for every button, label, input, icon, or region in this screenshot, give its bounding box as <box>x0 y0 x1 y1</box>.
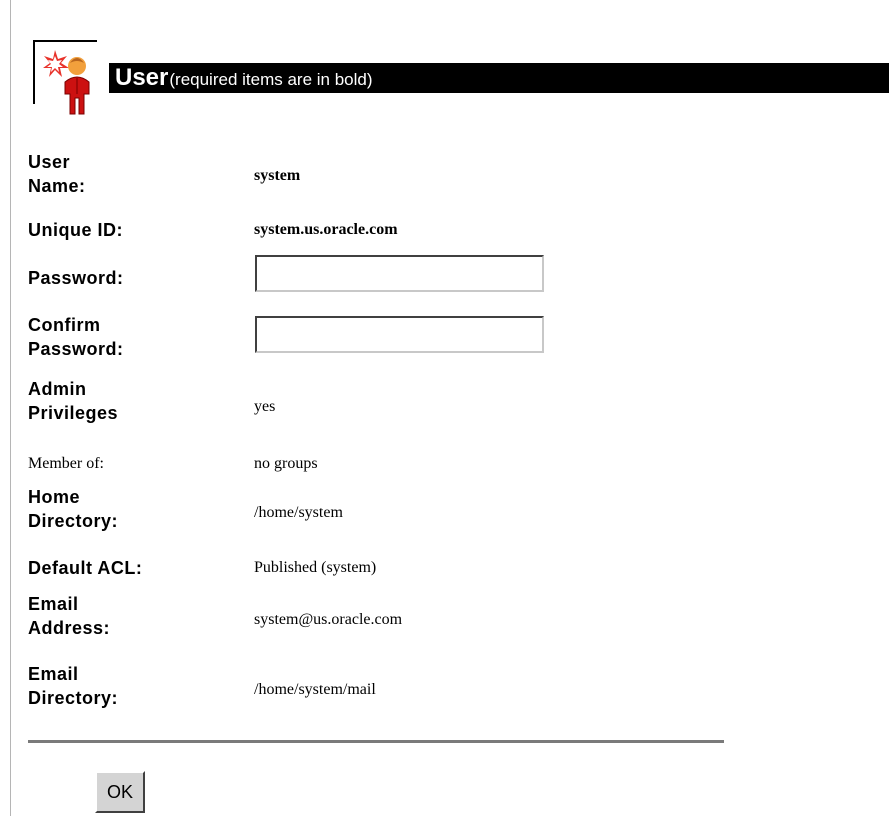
page-subtitle: (required items are in bold) <box>169 70 373 89</box>
section-header: User (required items are in bold) <box>33 40 889 116</box>
confirm-password-label-line1: Confirm <box>28 315 101 335</box>
email-directory-value: /home/system/mail <box>254 681 376 698</box>
admin-privileges-label-line1: Admin <box>28 379 87 399</box>
confirm-password-label-line2: Password: <box>28 339 124 359</box>
password-label: Password: <box>28 268 124 288</box>
home-directory-value: /home/system <box>254 504 343 521</box>
password-input[interactable] <box>255 255 544 292</box>
email-directory-label: Email Directory: <box>28 662 228 710</box>
user-name-label-line2: Name: <box>28 176 86 196</box>
email-directory-label-line1: Email <box>28 664 79 684</box>
default-acl-label: Default ACL: <box>28 558 143 578</box>
unique-id-value: system.us.oracle.com <box>254 221 398 238</box>
user-person-icon <box>43 50 90 115</box>
email-address-label: Email Address: <box>28 592 228 640</box>
user-name-label-line1: User <box>28 152 71 172</box>
form-divider <box>28 740 724 743</box>
email-address-label-line1: Email <box>28 594 79 614</box>
confirm-password-input[interactable] <box>255 316 544 353</box>
page-title: User <box>115 64 169 91</box>
header-title-bar: User (required items are in bold) <box>109 63 889 93</box>
default-acl-value: Published (system) <box>254 559 377 576</box>
member-of-value: no groups <box>254 455 318 472</box>
email-directory-label-line2: Directory: <box>28 688 119 708</box>
home-directory-label: Home Directory: <box>28 485 228 533</box>
page-left-rule <box>10 0 11 816</box>
user-name-value: system <box>254 167 301 184</box>
admin-privileges-value: yes <box>254 398 276 415</box>
ok-button[interactable]: OK <box>95 771 145 813</box>
home-directory-label-line1: Home <box>28 487 81 507</box>
email-address-value: system@us.oracle.com <box>254 611 403 628</box>
user-name-label: User Name: <box>28 150 228 198</box>
home-directory-label-line2: Directory: <box>28 511 119 531</box>
admin-privileges-label-line2: Privileges <box>28 403 119 423</box>
confirm-password-label: Confirm Password: <box>28 313 228 361</box>
member-of-label: Member of: <box>28 455 104 472</box>
email-address-label-line2: Address: <box>28 618 111 638</box>
admin-privileges-label: Admin Privileges <box>28 377 228 425</box>
unique-id-label: Unique ID: <box>28 220 123 240</box>
